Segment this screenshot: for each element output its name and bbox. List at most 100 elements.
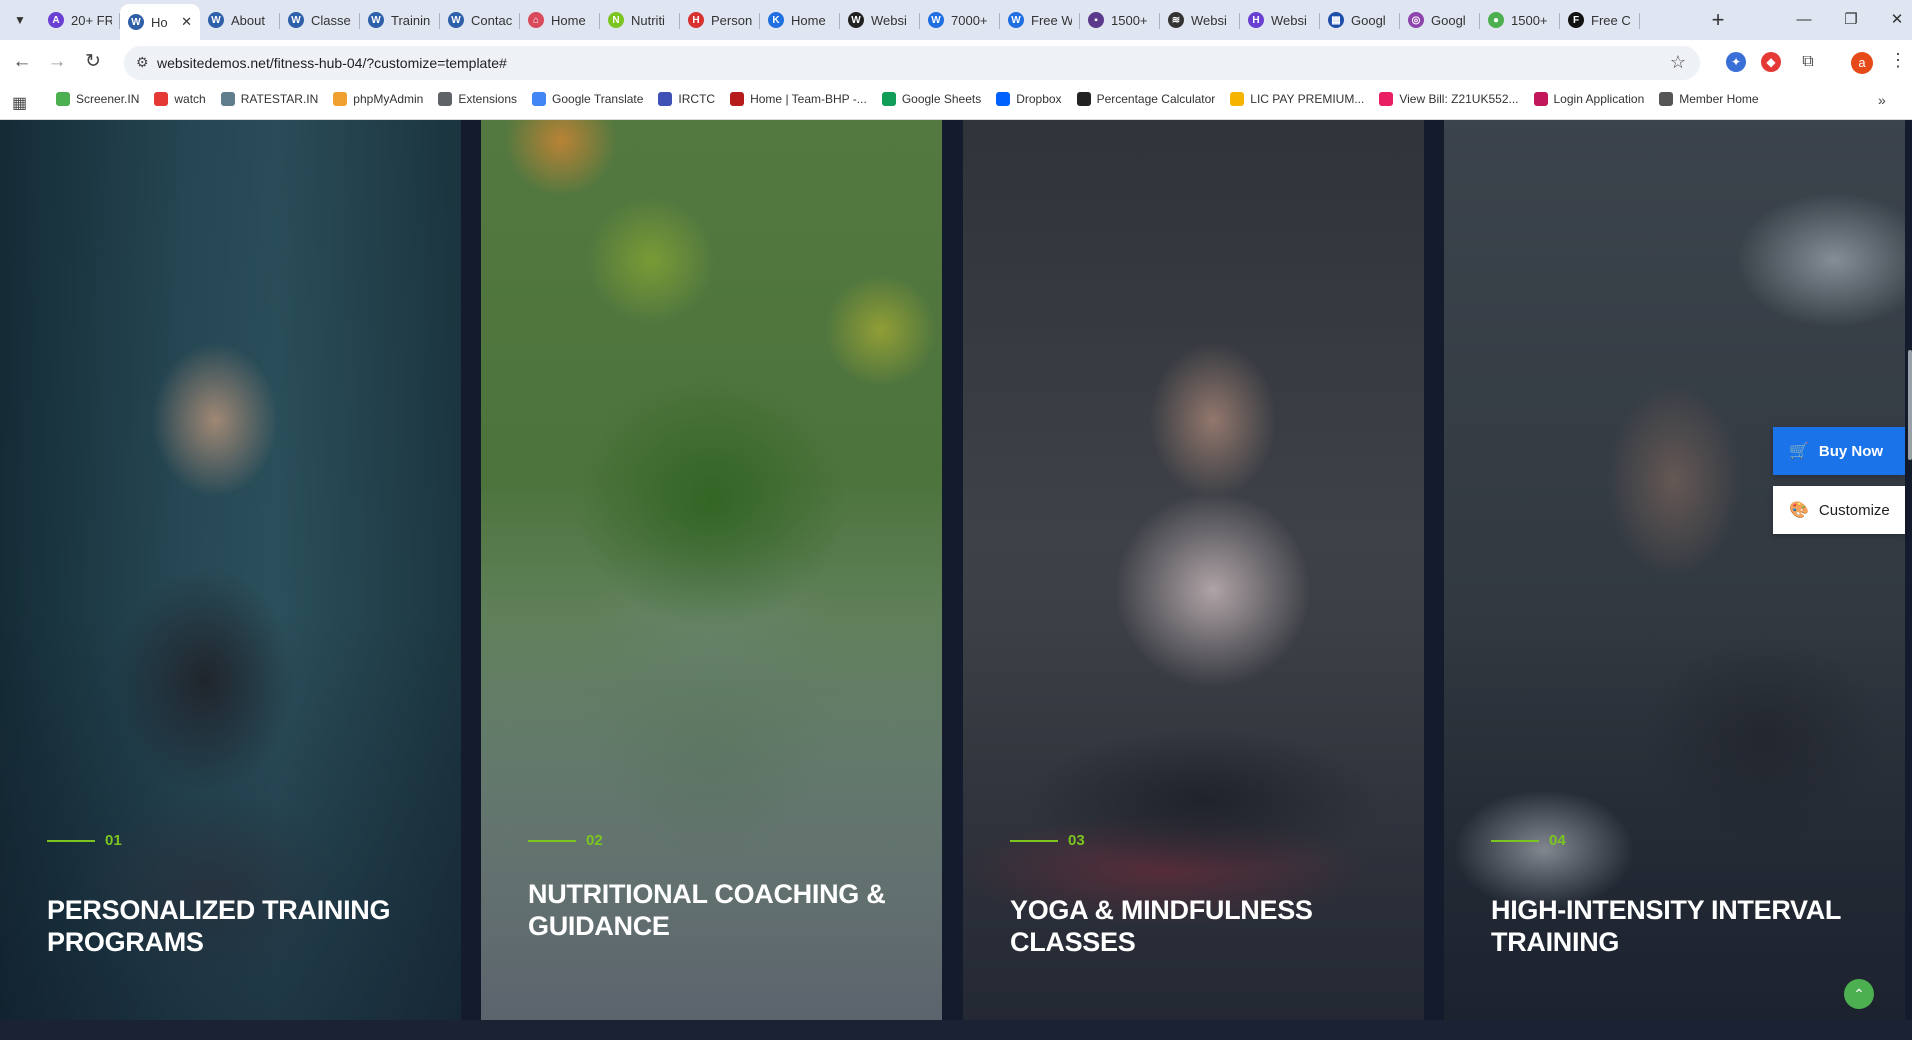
reload-button[interactable]: ↻ xyxy=(80,49,106,75)
back-button[interactable]: ← xyxy=(9,49,35,75)
browser-tab[interactable]: H Person xyxy=(680,4,760,36)
tab-title: Free W xyxy=(1031,12,1072,28)
scrollbar-thumb[interactable] xyxy=(1908,350,1912,460)
accent-line xyxy=(1010,839,1058,842)
bookmark-label: Percentage Calculator xyxy=(1096,92,1216,106)
bookmark-item[interactable]: watch xyxy=(154,92,206,106)
bookmark-item[interactable]: LIC PAY PREMIUM... xyxy=(1230,92,1364,106)
card-number-text: 02 xyxy=(586,832,603,849)
minimize-button[interactable]: — xyxy=(1789,8,1819,32)
browser-tab[interactable]: W Free W xyxy=(1000,4,1080,36)
browser-tab[interactable]: ≋ Websi xyxy=(1160,4,1240,36)
bookmark-favicon-icon xyxy=(1076,92,1091,106)
browser-tab[interactable]: W Classe xyxy=(280,4,360,36)
bookmark-label: Member Home xyxy=(1679,92,1759,106)
browser-tab[interactable]: W Websi xyxy=(840,4,920,36)
tab-favicon-icon: ● xyxy=(1488,12,1504,28)
service-card-3[interactable]: 03 Yoga & Mindfulness Classes xyxy=(963,120,1424,1020)
tab-title: Trainin xyxy=(391,12,431,28)
service-card-2[interactable]: 02 Nutritional Coaching & Guidance xyxy=(481,120,942,1020)
bookmark-item[interactable]: Google Sheets xyxy=(881,92,982,106)
tab-title: Nutriti xyxy=(631,12,665,28)
shield-extension-icon[interactable]: ◆ xyxy=(1761,52,1781,72)
browser-tab[interactable]: F Free C xyxy=(1560,4,1640,36)
bookmark-item[interactable]: Extensions xyxy=(438,92,517,106)
extension-icon[interactable]: ✦ xyxy=(1726,52,1746,72)
bookmark-item[interactable]: Home | Team-BHP -... xyxy=(730,92,867,106)
new-tab-button[interactable]: + xyxy=(1705,8,1731,34)
bookmark-item[interactable]: Dropbox xyxy=(996,92,1062,106)
card-title[interactable]: Yoga & Mindfulness Classes xyxy=(1010,894,1390,958)
service-card-4[interactable]: 04 High-Intensity Interval Training xyxy=(1444,120,1905,1020)
customize-label: Customize xyxy=(1818,501,1890,519)
bookmark-item[interactable]: phpMyAdmin xyxy=(333,92,423,106)
tab-favicon-icon: ▪ xyxy=(1088,12,1104,28)
card-overlay xyxy=(0,120,461,1020)
bookmark-item[interactable]: Screener.IN xyxy=(56,92,139,106)
bookmark-favicon-icon xyxy=(1230,92,1245,106)
customize-button[interactable]: 🎨 Customize xyxy=(1773,486,1905,534)
bookmark-item[interactable]: View Bill: Z21UK552... xyxy=(1379,92,1519,106)
bookmark-favicon-icon xyxy=(1659,92,1674,106)
card-title[interactable]: Personalized Training Programs xyxy=(47,894,427,958)
browser-tab[interactable]: ⌂ Home xyxy=(520,4,600,36)
browser-tab[interactable]: W Trainin xyxy=(360,4,440,36)
bookmarks-bar: ▦ Screener.IN watch RATESTAR.IN phpMyAdmin E… xyxy=(0,84,1912,120)
close-window-button[interactable]: ✕ xyxy=(1882,8,1912,32)
browser-tab[interactable]: ▦ Googl xyxy=(1320,4,1400,36)
browser-tab-strip: ▼ A 20+ FR W Ho ✕ W About W Classe W Trainin W Conta… xyxy=(0,0,1912,40)
bookmark-label: Google Sheets xyxy=(901,92,982,106)
page-scrollbar[interactable] xyxy=(1906,120,1912,1020)
browser-tab[interactable]: A 20+ FR xyxy=(40,4,120,36)
browser-tab[interactable]: ▪ 1500+ xyxy=(1080,4,1160,36)
buy-now-button[interactable]: 🛒 Buy Now xyxy=(1773,427,1905,475)
bookmark-item[interactable]: Percentage Calculator xyxy=(1076,92,1216,106)
tab-title: Websi xyxy=(1191,12,1227,28)
tab-search-chevron-icon[interactable]: ▼ xyxy=(8,8,32,32)
restore-button[interactable]: ❐ xyxy=(1836,8,1866,32)
tab-title: 7000+ xyxy=(951,12,988,28)
more-bookmarks-icon[interactable]: » xyxy=(1878,92,1886,108)
bookmark-item[interactable]: IRCTC xyxy=(658,92,715,106)
tab-title: Googl xyxy=(1351,12,1386,28)
card-title[interactable]: High-Intensity Interval Training xyxy=(1491,894,1871,958)
profile-avatar[interactable]: a xyxy=(1851,52,1873,74)
card-title[interactable]: Nutritional Coaching & Guidance xyxy=(528,878,908,942)
browser-tab[interactable]: W Ho ✕ xyxy=(120,4,200,40)
forward-button[interactable]: → xyxy=(44,49,70,75)
scroll-to-top-button[interactable]: ⌃ xyxy=(1844,979,1874,1009)
tab-favicon-icon: W xyxy=(128,14,144,30)
browser-tab[interactable]: ◎ Googl xyxy=(1400,4,1480,36)
address-bar[interactable]: ⚙ websitedemos.net/fitness-hub-04/?custo… xyxy=(124,46,1700,80)
browser-tab[interactable]: W Contac xyxy=(440,4,520,36)
service-card-1[interactable]: 01 Personalized Training Programs xyxy=(0,120,461,1020)
browser-tab[interactable]: K Home xyxy=(760,4,840,36)
bookmark-item[interactable]: Login Application xyxy=(1533,92,1644,106)
browser-tab[interactable]: H Websi xyxy=(1240,4,1320,36)
bookmark-item[interactable]: Google Translate xyxy=(532,92,643,106)
browser-tab[interactable]: N Nutriti xyxy=(600,4,680,36)
bookmark-item[interactable]: RATESTAR.IN xyxy=(220,92,319,106)
bookmark-favicon-icon xyxy=(154,92,169,106)
browser-tab[interactable]: ● 1500+ xyxy=(1480,4,1560,36)
bookmark-label: watch xyxy=(174,92,206,106)
bookmark-label: LIC PAY PREMIUM... xyxy=(1250,92,1365,106)
site-info-icon[interactable]: ⚙ xyxy=(136,54,149,71)
browser-menu-icon[interactable]: ⋮ xyxy=(1889,50,1907,71)
tab-close-icon[interactable]: ✕ xyxy=(181,14,192,30)
tab-title: 1500+ xyxy=(1111,12,1148,28)
bookmark-favicon-icon xyxy=(333,92,348,106)
browser-tab[interactable]: W About xyxy=(200,4,280,36)
browser-tab[interactable]: W 7000+ xyxy=(920,4,1000,36)
url-text[interactable]: websitedemos.net/fitness-hub-04/?customi… xyxy=(157,55,507,71)
tab-title: Contac xyxy=(471,12,512,28)
tab-favicon-icon: ◎ xyxy=(1408,12,1424,28)
bookmark-star-icon[interactable]: ☆ xyxy=(1670,52,1686,73)
card-number-text: 01 xyxy=(105,832,122,849)
accent-line xyxy=(1491,839,1539,842)
bookmark-label: RATESTAR.IN xyxy=(240,92,319,106)
bookmark-item[interactable]: Member Home xyxy=(1659,92,1759,106)
apps-grid-icon[interactable]: ▦ xyxy=(12,93,27,113)
card-overlay xyxy=(963,120,1424,1020)
extensions-puzzle-icon[interactable]: ⧉ xyxy=(1798,52,1818,72)
